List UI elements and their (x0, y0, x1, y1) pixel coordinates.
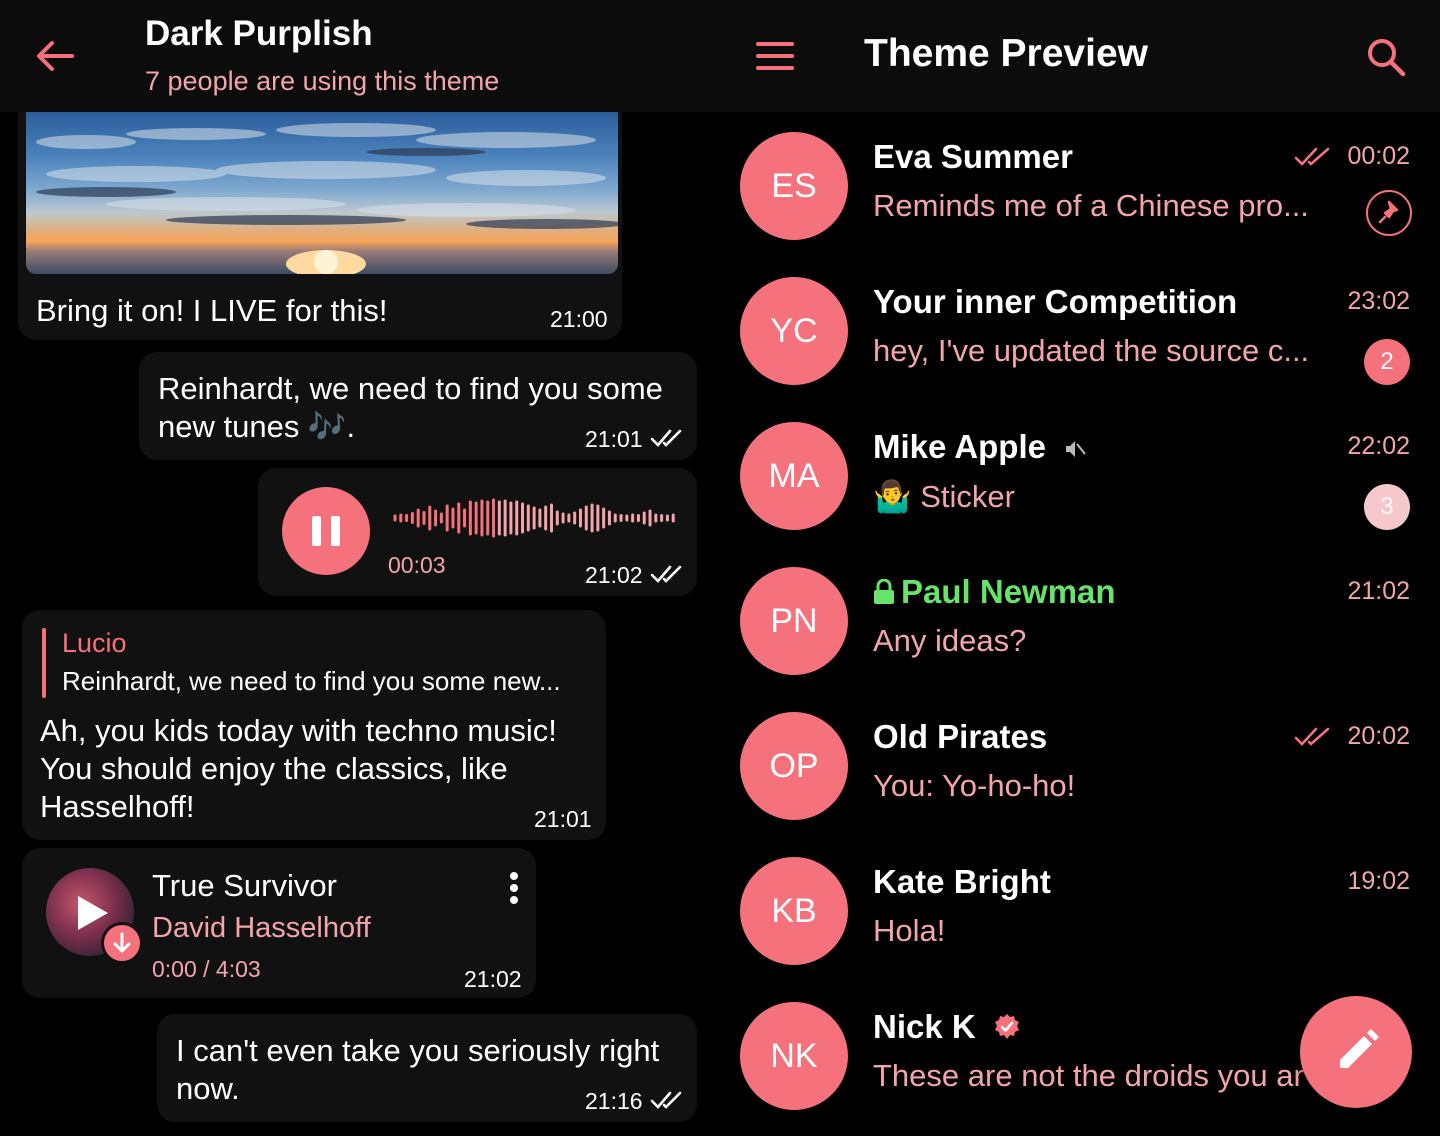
double-check-icon (650, 429, 682, 447)
chat-name: Mike Apple (873, 428, 1087, 466)
chat-time: 22:02 (1347, 432, 1410, 460)
reply-author[interactable]: Lucio (62, 628, 127, 659)
avatar: MA (740, 422, 848, 530)
double-check-icon (650, 565, 682, 583)
chat-list-item[interactable]: OP Old Pirates You: Yo-ho-ho! 20:02 (710, 692, 1440, 837)
download-arrow-icon (113, 932, 131, 953)
message-time: 21:00 (550, 306, 608, 332)
chat-name: Nick K (873, 1008, 1021, 1046)
avatar: PN (740, 567, 848, 675)
chat-preview: You: Yo-ho-ho! (873, 768, 1076, 803)
message-time: 21:01 (534, 806, 592, 832)
message-text-line: Hasselhoff! (40, 789, 195, 824)
pause-button[interactable] (282, 487, 370, 575)
chat-list-item[interactable]: YC Your inner Competition hey, I've upda… (710, 257, 1440, 402)
chat-preview: Reminds me of a Chinese pro... (873, 188, 1309, 223)
message-time: 21:02 (585, 562, 643, 588)
chat-time: 20:02 (1347, 722, 1410, 750)
sunset-rays (36, 123, 618, 274)
song-artist: David Hasselhoff (152, 912, 371, 944)
chat-list-item[interactable]: KB Kate Bright Hola! 19:02 (710, 837, 1440, 982)
chat-name-text: Nick K (873, 1008, 976, 1045)
pause-icon (331, 516, 340, 546)
chat-preview: These are not the droids you ar (873, 1058, 1304, 1093)
chat-name-text: Paul Newman (901, 573, 1116, 610)
chat-list-item[interactable]: ES Eva Summer Reminds me of a Chinese pr… (710, 112, 1440, 257)
chat-header: Dark Purplish 7 people are using this th… (0, 0, 710, 112)
message-text-line: You should enjoy the classics, like (40, 751, 508, 786)
message-time: 21:02 (464, 966, 522, 992)
voice-duration: 00:03 (388, 552, 446, 578)
message-text-line: new tunes 🎶. (158, 409, 356, 444)
muted-speaker-icon (1066, 441, 1086, 458)
chat-preview: Any ideas? (873, 623, 1027, 658)
chat-list-item[interactable]: MA Mike Apple 🤷‍♂️ Sticker 22:02 3 (710, 402, 1440, 547)
sunset-photo[interactable] (26, 112, 618, 274)
avatar: YC (740, 277, 848, 385)
hamburger-menu-button[interactable] (754, 40, 796, 72)
chat-preview: hey, I've updated the source c... (873, 333, 1310, 368)
chat-time: 23:02 (1347, 287, 1410, 315)
message-time: 21:01 (585, 426, 643, 452)
avatar: KB (740, 857, 848, 965)
pause-icon (312, 516, 321, 546)
more-options-button[interactable] (500, 868, 528, 908)
voice-waveform[interactable] (393, 492, 677, 544)
song-title: True Survivor (152, 868, 337, 903)
chat-title[interactable]: Dark Purplish (145, 14, 373, 54)
chat-name-text: Mike Apple (873, 428, 1046, 465)
avatar: ES (740, 132, 848, 240)
avatar: OP (740, 712, 848, 820)
avatar: NK (740, 1002, 848, 1110)
chat-name: Old Pirates (873, 718, 1048, 755)
chat-time: 00:02 (1347, 142, 1410, 170)
verified-badge-icon (994, 1014, 1019, 1039)
chat-name: Kate Bright (873, 863, 1051, 900)
chat-preview: 🤷‍♂️ Sticker (873, 479, 1015, 514)
list-title: Theme Preview (864, 32, 1148, 75)
chat-name: Eva Summer (873, 138, 1073, 175)
chat-time: 21:02 (1347, 577, 1410, 605)
chat-preview: Hola! (873, 913, 946, 948)
double-check-icon (1294, 727, 1330, 746)
reply-snippet[interactable]: Reinhardt, we need to find you some new.… (62, 666, 561, 697)
lock-icon (874, 578, 894, 604)
message-text-line: Reinhardt, we need to find you some (158, 371, 663, 406)
song-progress: 0:00 / 4:03 (152, 956, 261, 982)
unread-badge: 2 (1364, 339, 1410, 385)
compose-button[interactable] (1300, 996, 1412, 1108)
more-vertical-icon (510, 872, 518, 880)
muted-unread-badge: 3 (1364, 484, 1410, 530)
photo-caption: Bring it on! I LIVE for this! (36, 293, 388, 328)
search-button[interactable] (1365, 36, 1407, 78)
chat-list-item[interactable]: PN Paul Newman Any ideas? 21:02 (710, 547, 1440, 692)
chat-pane: Bring it on! I LIVE for this! 21:00 Rein… (0, 0, 710, 1136)
double-check-icon (1294, 147, 1330, 166)
message-text-line: I can't even take you seriously right (176, 1033, 660, 1068)
pin-icon (1366, 190, 1412, 236)
pencil-icon (1340, 1029, 1379, 1068)
message-text-line: Ah, you kids today with techno music! (40, 713, 557, 748)
chat-subtitle: 7 people are using this theme (145, 66, 500, 96)
chat-name: Your inner Competition (873, 283, 1238, 320)
chat-name: Paul Newman (873, 573, 1116, 611)
search-icon (1368, 39, 1406, 77)
reply-quote-bar (42, 628, 46, 698)
message-time: 21:16 (585, 1088, 643, 1114)
back-button[interactable] (32, 36, 78, 76)
message-text-line: now. (176, 1071, 240, 1106)
chat-list-pane: Theme Preview ES Eva Summer Reminds me o… (710, 0, 1440, 1136)
double-check-icon (650, 1091, 682, 1109)
list-header: Theme Preview (710, 0, 1440, 112)
chat-time: 19:02 (1347, 867, 1410, 895)
hamburger-menu-icon (756, 42, 794, 46)
arrow-left-icon (37, 41, 74, 71)
download-button[interactable] (101, 922, 143, 964)
